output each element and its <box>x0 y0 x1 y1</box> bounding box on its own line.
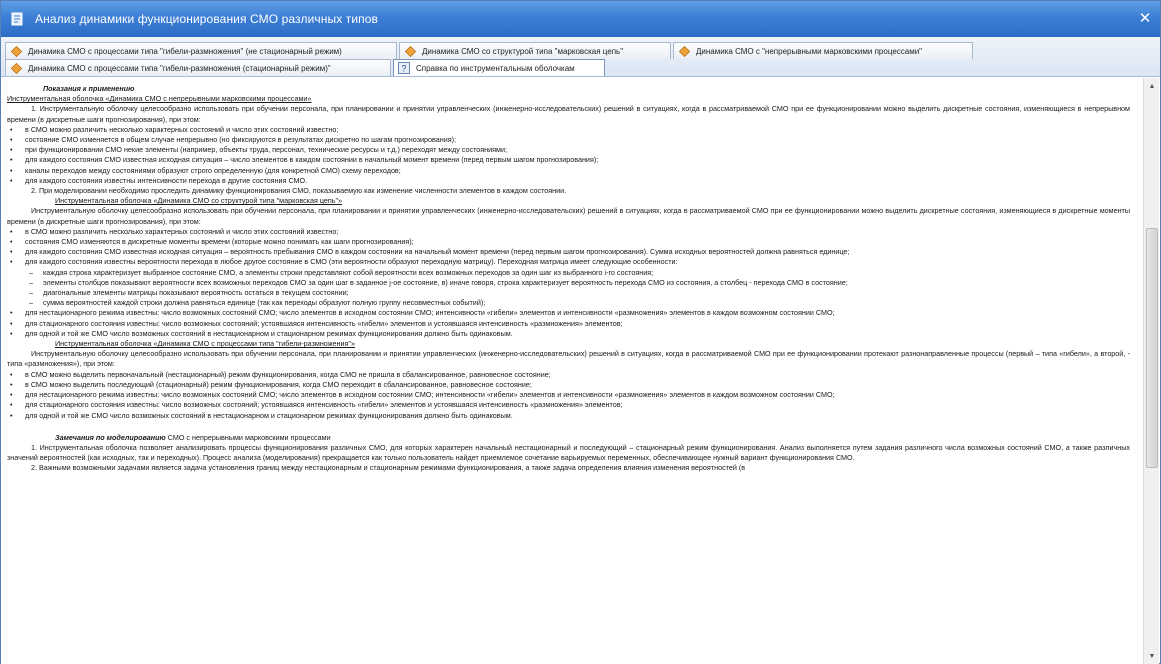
list-item: в СМО можно выделить первоначальный (нес… <box>7 370 1130 380</box>
notes-heading: Замечания по моделированию СМО с непреры… <box>7 433 1130 443</box>
tab-label: Справка по инструментальным оболочкам <box>416 63 575 73</box>
list-item: сумма вероятностей каждой строки должна … <box>7 298 1130 308</box>
bullet-list: в СМО можно выделить первоначальный (нес… <box>7 370 1130 421</box>
list-item: диагональные элементы матрицы показывают… <box>7 288 1130 298</box>
tab-birth-death-stationary[interactable]: Динамика СМО с процессами типа "гибели-р… <box>5 59 391 76</box>
close-icon[interactable]: ✕ <box>1136 10 1154 28</box>
diamond-icon <box>10 45 22 57</box>
list-item: для одной и той же СМО число возможных с… <box>7 411 1130 421</box>
list-item: в СМО можно выделить последующий (стацио… <box>7 380 1130 390</box>
list-item: для стационарного состояния известны: чи… <box>7 319 1130 329</box>
list-item: элементы столбцов показывают вероятности… <box>7 278 1130 288</box>
list-item: состояния СМО изменяются в дискретные мо… <box>7 237 1130 247</box>
notes-heading-rest: СМО с непрерывными марковскими процессам… <box>165 432 331 442</box>
diamond-icon <box>678 45 690 57</box>
list-item: при функционировании СМО некие элементы … <box>7 145 1130 155</box>
title-bar[interactable]: Анализ динамики функционирования СМО раз… <box>1 1 1160 37</box>
list-item: для стационарного состояния известны: чи… <box>7 400 1130 410</box>
scrollbar-thumb[interactable] <box>1146 228 1158 468</box>
list-item: в СМО можно различить несколько характер… <box>7 125 1130 135</box>
section-link[interactable]: Инструментальная оболочка «Динамика СМО … <box>7 339 1130 349</box>
list-item: для каждого состояния СМО известная исхо… <box>7 247 1130 257</box>
section-link[interactable]: Инструментальная оболочка «Динамика СМО … <box>7 196 1130 206</box>
list-item: состояние СМО изменяется в общем случае … <box>7 135 1130 145</box>
window-title: Анализ динамики функционирования СМО раз… <box>35 12 378 26</box>
tab-label: Динамика СМО с процессами типа "гибели-р… <box>28 46 342 56</box>
list-item: для каждого состояния известны интенсивн… <box>7 176 1130 186</box>
list-item: для каждого состояния СМО известная исхо… <box>7 155 1130 165</box>
help-text-pane: Показания к применению Инструментальная … <box>1 78 1144 664</box>
tab-help[interactable]: ? Справка по инструментальным оболочкам <box>393 59 605 76</box>
paragraph: 2. При моделировании необходимо проследи… <box>31 186 567 196</box>
list-item: для нестационарного режима известны: чис… <box>7 390 1130 400</box>
notes-heading-bold: Замечания по моделированию <box>55 432 166 442</box>
bullet-list: в СМО можно различить несколько характер… <box>7 227 1130 339</box>
paragraph: 1. Инструментальная оболочка позволяет а… <box>7 442 1130 463</box>
tab-label: Динамика СМО с "непрерывными марковскими… <box>696 46 923 56</box>
tab-continuous-markov[interactable]: Динамика СМО с "непрерывными марковскими… <box>673 42 973 59</box>
diamond-icon <box>10 62 22 74</box>
paragraph: Инструментальную оболочку целесообразно … <box>7 206 1130 226</box>
scroll-up-icon[interactable]: ▲ <box>1144 78 1160 94</box>
list-item: в СМО можно различить несколько характер… <box>7 227 1130 237</box>
list-item: каналы переходов между состояниями образ… <box>7 166 1130 176</box>
tab-label: Динамика СМО с процессами типа "гибели-р… <box>28 63 331 73</box>
list-item: каждая строка характеризует выбранное со… <box>7 268 1130 278</box>
svg-text:?: ? <box>401 64 406 74</box>
help-icon: ? <box>398 62 410 74</box>
app-window: Анализ динамики функционирования СМО раз… <box>0 0 1161 664</box>
tab-strip: Динамика СМО с процессами типа "гибели-р… <box>1 37 1160 77</box>
paragraph: Инструментальную оболочку целесообразно … <box>7 349 1130 369</box>
tab-birth-death-nonstationary[interactable]: Динамика СМО с процессами типа "гибели-р… <box>5 42 397 59</box>
vertical-scrollbar[interactable]: ▲ ▼ <box>1143 78 1159 664</box>
paragraph: 2. Важными возможными задачами является … <box>31 463 746 473</box>
section-link[interactable]: Инструментальная оболочка «Динамика СМО … <box>7 94 1130 104</box>
tab-markov-chain[interactable]: Динамика СМО со структурой типа "марковс… <box>399 42 671 59</box>
scroll-down-icon[interactable]: ▼ <box>1144 648 1160 664</box>
app-icon <box>9 11 25 27</box>
list-item: для нестационарного режима известны: чис… <box>7 308 1130 318</box>
bullet-list: в СМО можно различить несколько характер… <box>7 125 1130 186</box>
list-item: для каждого состояния известны вероятнос… <box>7 257 1130 267</box>
diamond-icon <box>404 45 416 57</box>
paragraph: 1. Инструментальную оболочку целесообраз… <box>7 104 1130 124</box>
tab-label: Динамика СМО со структурой типа "марковс… <box>422 46 624 56</box>
list-item: для одной и той же СМО число возможных с… <box>7 329 1130 339</box>
section-heading: Показания к применению <box>43 84 135 93</box>
